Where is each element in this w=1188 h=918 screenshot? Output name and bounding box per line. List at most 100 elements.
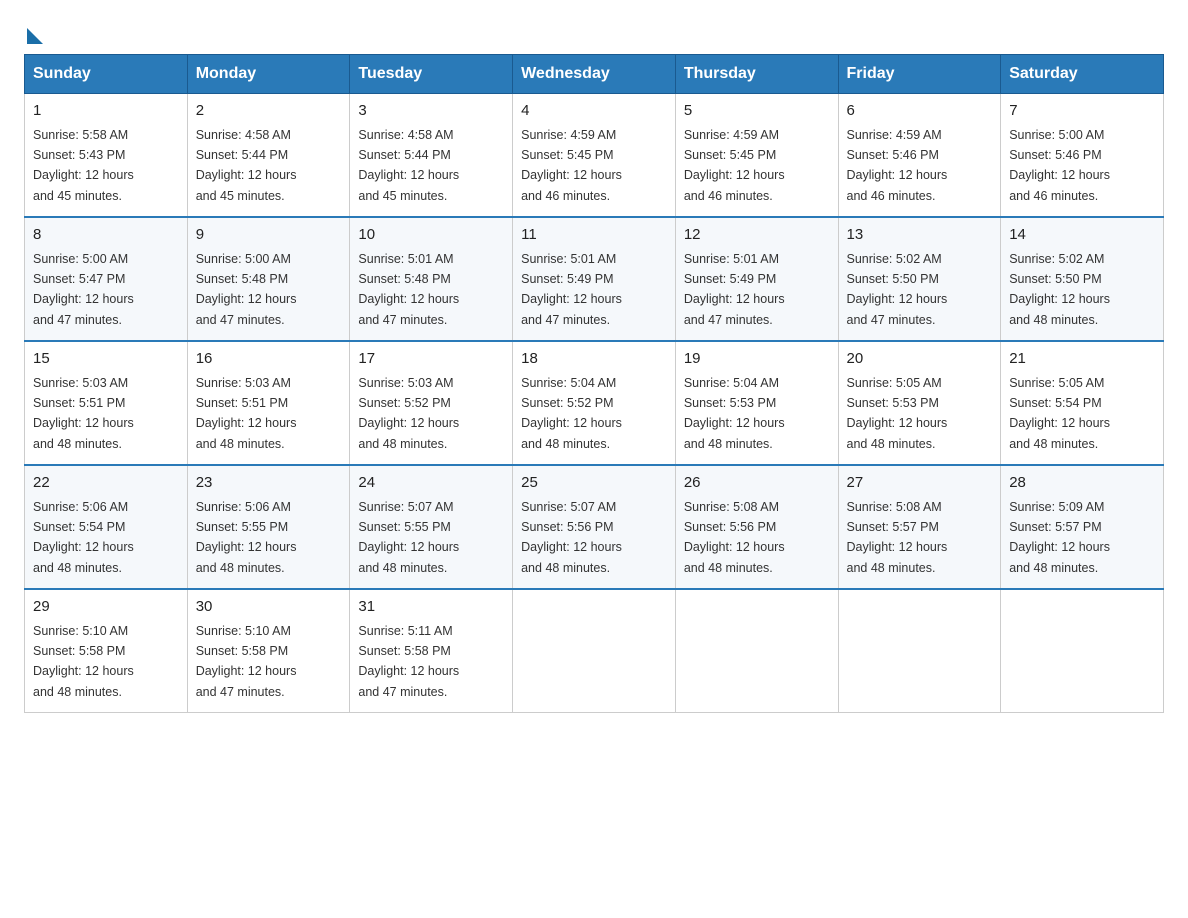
day-info: Sunrise: 4:59 AMSunset: 5:45 PMDaylight:… — [521, 128, 622, 203]
day-info: Sunrise: 5:04 AMSunset: 5:52 PMDaylight:… — [521, 376, 622, 451]
day-number: 2 — [196, 100, 342, 123]
day-cell: 17 Sunrise: 5:03 AMSunset: 5:52 PMDaylig… — [350, 341, 513, 465]
day-cell: 28 Sunrise: 5:09 AMSunset: 5:57 PMDaylig… — [1001, 465, 1164, 589]
day-number: 11 — [521, 224, 667, 247]
day-cell: 16 Sunrise: 5:03 AMSunset: 5:51 PMDaylig… — [187, 341, 350, 465]
day-info: Sunrise: 5:10 AMSunset: 5:58 PMDaylight:… — [196, 624, 297, 699]
day-number: 8 — [33, 224, 179, 247]
day-info: Sunrise: 5:11 AMSunset: 5:58 PMDaylight:… — [358, 624, 459, 699]
day-number: 25 — [521, 472, 667, 495]
col-header-monday: Monday — [187, 55, 350, 94]
day-info: Sunrise: 5:00 AMSunset: 5:48 PMDaylight:… — [196, 252, 297, 327]
day-info: Sunrise: 5:03 AMSunset: 5:51 PMDaylight:… — [196, 376, 297, 451]
day-number: 9 — [196, 224, 342, 247]
day-info: Sunrise: 4:58 AMSunset: 5:44 PMDaylight:… — [358, 128, 459, 203]
day-info: Sunrise: 5:02 AMSunset: 5:50 PMDaylight:… — [1009, 252, 1110, 327]
day-number: 31 — [358, 596, 504, 619]
day-cell: 6 Sunrise: 4:59 AMSunset: 5:46 PMDayligh… — [838, 94, 1001, 218]
day-info: Sunrise: 5:08 AMSunset: 5:56 PMDaylight:… — [684, 500, 785, 575]
day-info: Sunrise: 5:02 AMSunset: 5:50 PMDaylight:… — [847, 252, 948, 327]
day-cell — [675, 589, 838, 713]
day-number: 6 — [847, 100, 993, 123]
day-cell: 24 Sunrise: 5:07 AMSunset: 5:55 PMDaylig… — [350, 465, 513, 589]
day-info: Sunrise: 4:59 AMSunset: 5:46 PMDaylight:… — [847, 128, 948, 203]
day-cell: 10 Sunrise: 5:01 AMSunset: 5:48 PMDaylig… — [350, 217, 513, 341]
day-cell: 3 Sunrise: 4:58 AMSunset: 5:44 PMDayligh… — [350, 94, 513, 218]
day-cell: 19 Sunrise: 5:04 AMSunset: 5:53 PMDaylig… — [675, 341, 838, 465]
day-info: Sunrise: 5:03 AMSunset: 5:51 PMDaylight:… — [33, 376, 134, 451]
calendar-table: SundayMondayTuesdayWednesdayThursdayFrid… — [24, 54, 1164, 713]
day-number: 22 — [33, 472, 179, 495]
day-info: Sunrise: 5:07 AMSunset: 5:55 PMDaylight:… — [358, 500, 459, 575]
day-number: 29 — [33, 596, 179, 619]
day-info: Sunrise: 5:07 AMSunset: 5:56 PMDaylight:… — [521, 500, 622, 575]
day-cell: 7 Sunrise: 5:00 AMSunset: 5:46 PMDayligh… — [1001, 94, 1164, 218]
calendar-header-row: SundayMondayTuesdayWednesdayThursdayFrid… — [25, 55, 1164, 94]
day-number: 23 — [196, 472, 342, 495]
week-row-1: 1 Sunrise: 5:58 AMSunset: 5:43 PMDayligh… — [25, 94, 1164, 218]
day-cell — [838, 589, 1001, 713]
day-info: Sunrise: 4:59 AMSunset: 5:45 PMDaylight:… — [684, 128, 785, 203]
day-cell: 23 Sunrise: 5:06 AMSunset: 5:55 PMDaylig… — [187, 465, 350, 589]
day-number: 7 — [1009, 100, 1155, 123]
day-number: 21 — [1009, 348, 1155, 371]
day-number: 19 — [684, 348, 830, 371]
day-cell: 11 Sunrise: 5:01 AMSunset: 5:49 PMDaylig… — [513, 217, 676, 341]
col-header-tuesday: Tuesday — [350, 55, 513, 94]
day-number: 26 — [684, 472, 830, 495]
day-info: Sunrise: 5:05 AMSunset: 5:53 PMDaylight:… — [847, 376, 948, 451]
day-number: 30 — [196, 596, 342, 619]
col-header-thursday: Thursday — [675, 55, 838, 94]
week-row-4: 22 Sunrise: 5:06 AMSunset: 5:54 PMDaylig… — [25, 465, 1164, 589]
day-number: 28 — [1009, 472, 1155, 495]
logo — [24, 24, 43, 38]
week-row-2: 8 Sunrise: 5:00 AMSunset: 5:47 PMDayligh… — [25, 217, 1164, 341]
day-cell — [513, 589, 676, 713]
day-info: Sunrise: 5:06 AMSunset: 5:55 PMDaylight:… — [196, 500, 297, 575]
day-info: Sunrise: 5:06 AMSunset: 5:54 PMDaylight:… — [33, 500, 134, 575]
week-row-5: 29 Sunrise: 5:10 AMSunset: 5:58 PMDaylig… — [25, 589, 1164, 713]
day-number: 27 — [847, 472, 993, 495]
day-cell — [1001, 589, 1164, 713]
col-header-saturday: Saturday — [1001, 55, 1164, 94]
day-cell: 12 Sunrise: 5:01 AMSunset: 5:49 PMDaylig… — [675, 217, 838, 341]
day-cell: 2 Sunrise: 4:58 AMSunset: 5:44 PMDayligh… — [187, 94, 350, 218]
day-cell: 29 Sunrise: 5:10 AMSunset: 5:58 PMDaylig… — [25, 589, 188, 713]
day-cell: 25 Sunrise: 5:07 AMSunset: 5:56 PMDaylig… — [513, 465, 676, 589]
day-number: 12 — [684, 224, 830, 247]
day-cell: 21 Sunrise: 5:05 AMSunset: 5:54 PMDaylig… — [1001, 341, 1164, 465]
day-info: Sunrise: 5:03 AMSunset: 5:52 PMDaylight:… — [358, 376, 459, 451]
day-info: Sunrise: 5:10 AMSunset: 5:58 PMDaylight:… — [33, 624, 134, 699]
day-info: Sunrise: 5:00 AMSunset: 5:46 PMDaylight:… — [1009, 128, 1110, 203]
page-header — [24, 24, 1164, 38]
day-number: 1 — [33, 100, 179, 123]
day-cell: 27 Sunrise: 5:08 AMSunset: 5:57 PMDaylig… — [838, 465, 1001, 589]
day-cell: 22 Sunrise: 5:06 AMSunset: 5:54 PMDaylig… — [25, 465, 188, 589]
day-cell: 15 Sunrise: 5:03 AMSunset: 5:51 PMDaylig… — [25, 341, 188, 465]
day-info: Sunrise: 4:58 AMSunset: 5:44 PMDaylight:… — [196, 128, 297, 203]
week-row-3: 15 Sunrise: 5:03 AMSunset: 5:51 PMDaylig… — [25, 341, 1164, 465]
day-number: 5 — [684, 100, 830, 123]
day-cell: 26 Sunrise: 5:08 AMSunset: 5:56 PMDaylig… — [675, 465, 838, 589]
day-cell: 1 Sunrise: 5:58 AMSunset: 5:43 PMDayligh… — [25, 94, 188, 218]
day-number: 20 — [847, 348, 993, 371]
day-number: 18 — [521, 348, 667, 371]
day-info: Sunrise: 5:58 AMSunset: 5:43 PMDaylight:… — [33, 128, 134, 203]
day-number: 17 — [358, 348, 504, 371]
day-cell: 31 Sunrise: 5:11 AMSunset: 5:58 PMDaylig… — [350, 589, 513, 713]
day-cell: 13 Sunrise: 5:02 AMSunset: 5:50 PMDaylig… — [838, 217, 1001, 341]
day-info: Sunrise: 5:04 AMSunset: 5:53 PMDaylight:… — [684, 376, 785, 451]
day-cell: 30 Sunrise: 5:10 AMSunset: 5:58 PMDaylig… — [187, 589, 350, 713]
day-cell: 14 Sunrise: 5:02 AMSunset: 5:50 PMDaylig… — [1001, 217, 1164, 341]
day-number: 3 — [358, 100, 504, 123]
day-info: Sunrise: 5:01 AMSunset: 5:49 PMDaylight:… — [684, 252, 785, 327]
day-info: Sunrise: 5:09 AMSunset: 5:57 PMDaylight:… — [1009, 500, 1110, 575]
day-info: Sunrise: 5:00 AMSunset: 5:47 PMDaylight:… — [33, 252, 134, 327]
day-cell: 4 Sunrise: 4:59 AMSunset: 5:45 PMDayligh… — [513, 94, 676, 218]
day-info: Sunrise: 5:01 AMSunset: 5:48 PMDaylight:… — [358, 252, 459, 327]
day-info: Sunrise: 5:01 AMSunset: 5:49 PMDaylight:… — [521, 252, 622, 327]
col-header-wednesday: Wednesday — [513, 55, 676, 94]
day-cell: 20 Sunrise: 5:05 AMSunset: 5:53 PMDaylig… — [838, 341, 1001, 465]
col-header-sunday: Sunday — [25, 55, 188, 94]
day-number: 24 — [358, 472, 504, 495]
